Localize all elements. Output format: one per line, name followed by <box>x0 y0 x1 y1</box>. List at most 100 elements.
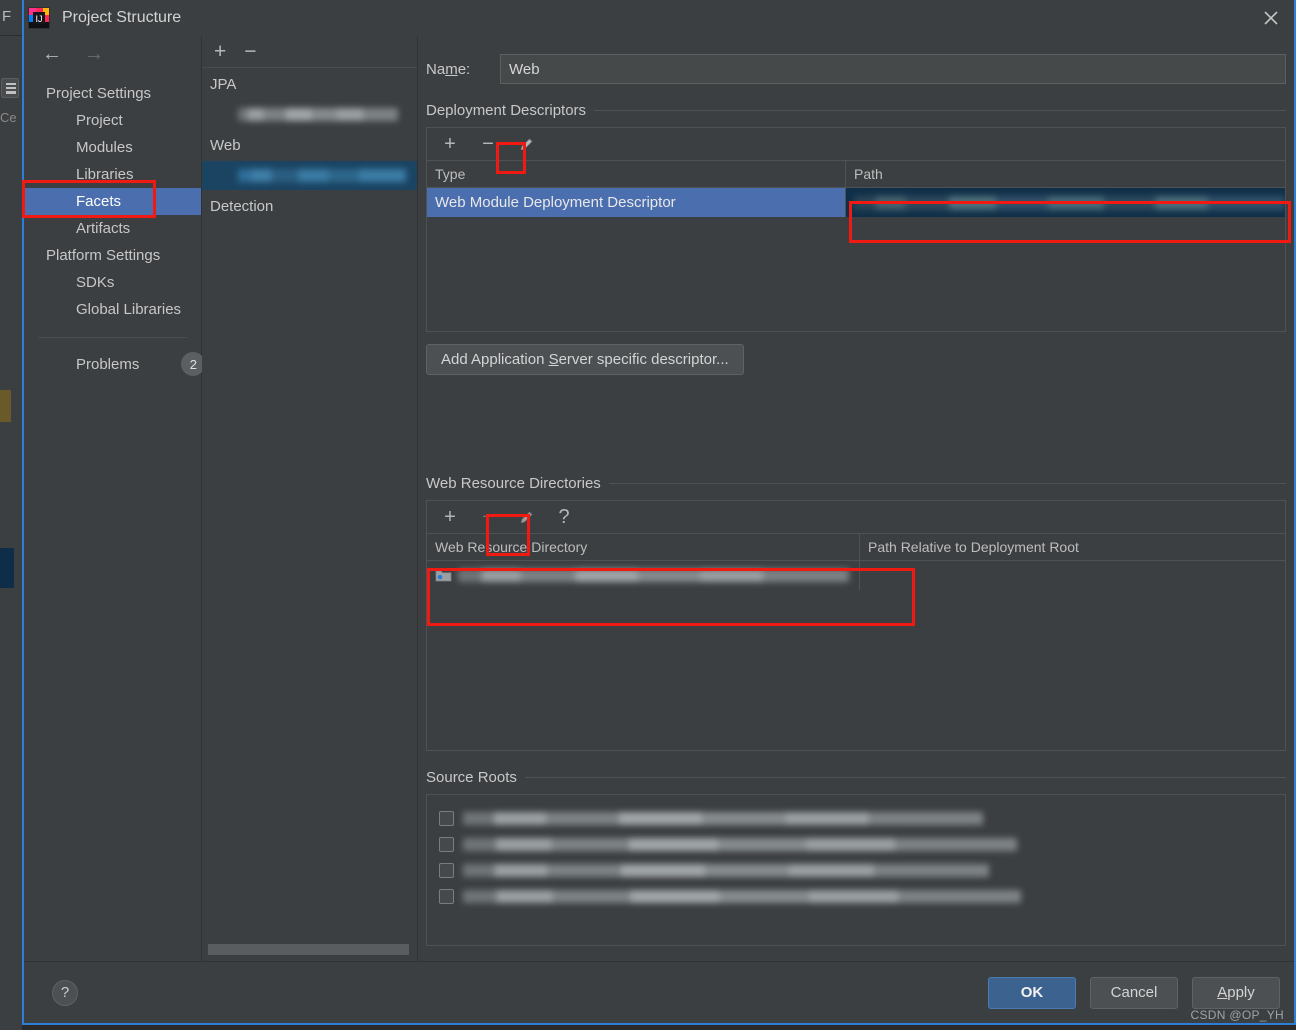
source-roots-list <box>426 794 1286 946</box>
facet-toolbar: + − <box>202 36 417 68</box>
source-root-checkbox[interactable] <box>439 836 454 852</box>
cell-web-resource-directory[interactable] <box>427 561 859 590</box>
facet-item-web-child[interactable] <box>202 161 417 190</box>
webres-toolbar: + − ? <box>426 500 1286 533</box>
column-header-path[interactable]: Path <box>846 161 1285 187</box>
section-header: Deployment Descriptors <box>426 102 1286 119</box>
question-mark-icon[interactable]: ? <box>52 979 78 1006</box>
list-item[interactable] <box>427 831 1285 857</box>
descriptors-grid: Type Path Web Module Deployment Descript… <box>426 160 1286 332</box>
forward-arrow-icon[interactable]: → <box>84 44 104 64</box>
list-item[interactable] <box>427 883 1285 909</box>
add-server-descriptor-wrap: Add Application Server specific descript… <box>426 344 1286 375</box>
background-ide-strip: F Ce <box>0 0 22 1030</box>
table-row[interactable]: Web Module Deployment Descriptor <box>427 188 1285 217</box>
facet-group-label: JPA <box>210 75 237 93</box>
facet-group-web[interactable]: Web <box>202 129 417 161</box>
facet-group-detection[interactable]: Detection <box>202 190 417 222</box>
plus-icon[interactable]: + <box>439 133 461 155</box>
facet-group-jpa[interactable]: JPA <box>202 68 417 100</box>
source-root-checkbox[interactable] <box>439 888 454 904</box>
ide-menu-file-label[interactable]: F <box>2 8 11 25</box>
sidebar-group-project-settings: Project Settings <box>24 80 201 107</box>
sidebar-divider <box>38 337 187 338</box>
redacted-source-root-path <box>463 863 989 877</box>
sidebar-item-project[interactable]: Project <box>24 107 201 134</box>
pencil-edit-icon[interactable] <box>515 133 537 155</box>
dialog-body: ← → Project Settings Project Modules Lib… <box>24 36 1294 961</box>
sidebar-item-global-libraries[interactable]: Global Libraries <box>24 296 201 323</box>
sidebar-item-problems[interactable]: Problems 2 <box>24 346 206 382</box>
plus-icon[interactable]: + <box>439 506 461 528</box>
column-header-web-resource-directory[interactable]: Web Resource Directory <box>427 534 859 560</box>
section-rule <box>594 110 1286 111</box>
facet-panel-horizontal-scrollbar[interactable] <box>208 944 409 955</box>
facet-item-jpa-child[interactable] <box>202 100 417 129</box>
sidebar-item-label: Project <box>76 112 123 129</box>
redacted-facet-name <box>238 169 406 182</box>
descriptors-grid-header: Type Path <box>427 161 1285 188</box>
sidebar-item-libraries[interactable]: Libraries <box>24 161 201 188</box>
back-arrow-icon[interactable]: ← <box>42 44 62 64</box>
cell-relative-path[interactable] <box>860 561 1285 590</box>
webres-table-wrap: + − ? Web Resource Directory Path Relati… <box>426 500 1286 751</box>
redacted-path-value <box>854 195 1285 210</box>
name-input[interactable] <box>500 54 1286 84</box>
dialog-footer: ? OK Cancel Apply CSDN @OP_YH <box>24 961 1294 1023</box>
watermark: CSDN @OP_YH <box>1190 1008 1284 1022</box>
add-application-server-descriptor-button[interactable]: Add Application Server specific descript… <box>426 344 744 375</box>
webres-grid-header: Web Resource Directory Path Relative to … <box>427 534 1285 561</box>
cancel-button[interactable]: Cancel <box>1090 976 1178 1009</box>
sidebar-list: Project Settings Project Modules Librari… <box>24 72 201 323</box>
sidebar-item-artifacts[interactable]: Artifacts <box>24 215 201 242</box>
redacted-facet-name <box>238 108 398 121</box>
pencil-edit-icon[interactable] <box>515 506 537 528</box>
source-root-checkbox[interactable] <box>439 862 454 878</box>
facet-detail-panel: Name: Deployment Descriptors + − <box>418 36 1294 961</box>
sidebar-item-label: Modules <box>76 139 133 156</box>
redacted-directory-path <box>458 569 849 582</box>
sidebar-item-sdks[interactable]: SDKs <box>24 269 201 296</box>
sidebar-item-modules[interactable]: Modules <box>24 134 201 161</box>
ide-gutter-marker-amber <box>0 390 11 422</box>
list-item[interactable] <box>427 805 1285 831</box>
deployment-descriptors-section: Deployment Descriptors + − Type Path Web… <box>426 102 1286 375</box>
folder-icon <box>435 568 452 583</box>
sidebar-item-facets[interactable]: Facets <box>24 188 201 215</box>
descriptors-toolbar: + − <box>426 127 1286 160</box>
sidebar-item-label: Libraries <box>76 166 134 183</box>
close-icon[interactable] <box>1248 0 1294 36</box>
sidebar-group-platform-settings: Platform Settings <box>24 242 201 269</box>
ide-editor-tab-label[interactable]: Ce <box>0 110 17 125</box>
source-root-checkbox[interactable] <box>439 810 454 826</box>
minus-icon[interactable]: − <box>244 41 256 62</box>
plus-icon[interactable]: + <box>214 41 226 62</box>
sidebar-nav-arrows: ← → <box>24 36 201 72</box>
redacted-source-root-path <box>463 889 1021 903</box>
descriptors-table-wrap: + − Type Path Web Module Deployment Desc… <box>426 127 1286 375</box>
svg-text:IJ: IJ <box>35 14 42 24</box>
table-row[interactable] <box>427 561 1285 590</box>
section-rule <box>608 483 1286 484</box>
section-title: Deployment Descriptors <box>426 102 587 119</box>
structure-toggle-icon[interactable] <box>1 78 19 98</box>
section-rule <box>524 777 1286 778</box>
sidebar-group-label: Platform Settings <box>46 247 161 264</box>
column-header-type[interactable]: Type <box>427 161 845 187</box>
project-structure-dialog: IJ Project Structure ← → Project Setting… <box>22 0 1296 1025</box>
facet-group-label: Web <box>210 136 241 154</box>
cell-path[interactable] <box>846 188 1285 217</box>
name-label: Name: <box>426 60 471 78</box>
ide-gutter-marker-blue <box>0 548 14 588</box>
name-row: Name: <box>426 54 1286 84</box>
column-header-path-relative[interactable]: Path Relative to Deployment Root <box>860 534 1285 560</box>
minus-icon[interactable]: − <box>477 133 499 155</box>
list-item[interactable] <box>427 857 1285 883</box>
apply-button[interactable]: Apply <box>1192 976 1280 1009</box>
ok-button[interactable]: OK <box>988 976 1076 1009</box>
source-roots-section: Source Roots <box>426 769 1286 946</box>
webres-grid-body <box>427 561 1285 590</box>
facet-tree-panel: + − JPA Web Detection <box>202 36 418 961</box>
facet-list: JPA Web Detection <box>202 68 417 222</box>
question-mark-icon[interactable]: ? <box>553 506 575 528</box>
